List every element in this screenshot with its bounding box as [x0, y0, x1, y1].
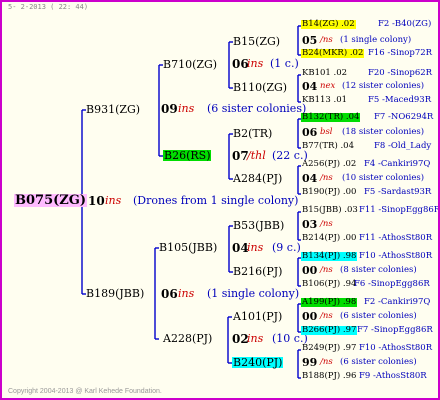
- l2-node-4: A228(PJ): [163, 332, 213, 345]
- l4-5-mother-line: F11 -SinopEgg86R: [359, 205, 440, 215]
- l4-4-gen: 04: [302, 172, 318, 185]
- l4-2-ins: nex: [320, 81, 336, 91]
- l4-6-mother: B134(PJ) .98: [301, 251, 358, 261]
- l4-8-note: (6 sister colonies): [340, 357, 417, 367]
- l4-5-gen: 03: [302, 218, 318, 231]
- l2-node-2-ins: /thl: [247, 149, 266, 162]
- root-ins: ins: [105, 194, 122, 207]
- l4-4-note: (10 sister colonies): [342, 173, 425, 183]
- l3-node-2: B110(ZG): [233, 81, 288, 94]
- l4-3-gen: 06: [302, 126, 318, 139]
- l4-8-mother: B249(PJ) .97: [302, 343, 357, 353]
- l2-node-1-ins: ins: [247, 57, 264, 70]
- l4-7-note: (6 sister colonies): [340, 311, 417, 321]
- l3-node-5: B53(JBB): [233, 219, 285, 232]
- l4-3-father-line: F8 -Old_Lady: [374, 141, 432, 151]
- l4-1-note: (1 single colony): [340, 35, 412, 45]
- l4-2-mother: KB101 .02: [302, 68, 348, 78]
- l3-node-8: B240(PJ): [232, 356, 284, 369]
- l4-1-mother-line: F2 -B40(ZG): [378, 19, 432, 29]
- l4-7-mother: A199(PJ) .98: [301, 297, 358, 307]
- header-date: 5- 2-2013 ( 22: 44): [8, 3, 89, 11]
- l4-1-father: B24(MKR) .02: [301, 48, 365, 58]
- l4-8-gen: 99: [302, 356, 318, 369]
- l2-node-2: B26(RS): [163, 149, 212, 162]
- l1-father-note: (1 single colony): [207, 287, 300, 300]
- l3-node-4: A284(PJ): [233, 172, 283, 185]
- l4-7-father: B266(PJ) .97: [301, 325, 358, 335]
- l2-node-1: B710(ZG): [163, 58, 218, 71]
- l2-node-4-ins: ins: [247, 332, 264, 345]
- l4-6-father-line: F6 -SinopEgg86R: [354, 279, 430, 289]
- l4-3-ins: bsl: [320, 127, 333, 137]
- l4-3-mother-line: F7 -NO6294R: [374, 112, 434, 122]
- l1-father-ins: ins: [178, 287, 195, 300]
- l2-node-1-note: (1 c.): [270, 57, 299, 70]
- l2-node-3-ins: ins: [247, 241, 264, 254]
- l3-node-6: B216(PJ): [233, 265, 283, 278]
- pedigree-frame: 5- 2-2013 ( 22: 44) B075(ZG) 10 ins (Dro…: [0, 0, 440, 400]
- l1-mother-ins: ins: [178, 102, 195, 115]
- l2-node-3-note: (9 c.): [272, 241, 301, 254]
- l4-6-note: (8 sister colonies): [340, 265, 417, 275]
- l4-1-father-line: F16 -Sinop72R: [368, 48, 433, 58]
- l1-father-gen: 06: [161, 287, 178, 301]
- l4-2-mother-line: F20 -Sinop62R: [368, 68, 433, 78]
- l4-1-mother: B14(ZG) .02: [301, 19, 356, 29]
- footer-copyright: Copyright 2004-2013 @ Karl Kehede Founda…: [8, 388, 162, 395]
- l1-mother-gen: 09: [161, 102, 178, 116]
- l4-5-mother: B15(JBB) .03: [302, 205, 358, 215]
- l4-6-gen: 00: [302, 264, 318, 277]
- l4-7-mother-line: F2 -Cankiri97Q: [364, 297, 431, 307]
- l4-6-ins: /ns: [320, 265, 333, 275]
- l1-mother-note: (6 sister colonies): [207, 102, 307, 115]
- root-note: (Drones from 1 single colony): [133, 194, 299, 207]
- l4-6-father: B106(PJ) .94: [302, 279, 357, 289]
- l4-7-ins: /ns: [320, 311, 333, 321]
- l4-8-ins: /ns: [320, 357, 333, 367]
- l3-node-7: A101(PJ): [233, 310, 283, 323]
- l4-2-note: (12 sister colonies): [342, 81, 425, 91]
- l2-node-3: B105(JBB): [159, 241, 218, 254]
- l3-node-1: B15(ZG): [233, 35, 281, 48]
- l4-7-father-line: F7 -SinopEgg86R: [357, 325, 433, 335]
- l4-4-father-line: F5 -Sardast93R: [364, 187, 432, 197]
- l4-2-father: KB113 .01: [302, 95, 348, 105]
- l1-mother: B931(ZG): [86, 103, 141, 116]
- l4-3-father: B77(TR) .04: [302, 141, 354, 151]
- l4-1-ins: /ns: [320, 35, 333, 45]
- l4-4-father: B190(PJ) .00: [302, 187, 357, 197]
- l4-7-gen: 00: [302, 310, 318, 323]
- l4-4-mother-line: F4 -Cankiri97Q: [364, 159, 431, 169]
- l4-4-ins: /ns: [320, 173, 333, 183]
- root-queen: B075(ZG): [14, 193, 88, 208]
- l3-node-3: B2(TR): [233, 127, 273, 140]
- l4-5-ins: /ns: [320, 219, 333, 229]
- l4-4-mother: A256(PJ) .02: [302, 159, 357, 169]
- l4-5-father-line: F11 -AthosSt80R: [359, 233, 433, 243]
- root-gen: 10: [88, 194, 105, 208]
- l4-8-mother-line: F10 -AthosSt80R: [359, 343, 433, 353]
- l4-3-mother: B132(TR) .04: [301, 112, 361, 122]
- l4-8-father: B188(PJ) .96: [302, 371, 357, 381]
- l4-2-father-line: F5 -Maced93R: [368, 95, 432, 105]
- l4-8-father-line: F9 -AthosSt80R: [359, 371, 427, 381]
- l4-1-gen: 05: [302, 34, 318, 47]
- l4-3-note: (18 sister colonies): [342, 127, 425, 137]
- l4-2-gen: 04: [302, 80, 318, 93]
- l4-6-mother-line: F10 -AthosSt80R: [359, 251, 433, 261]
- l4-5-father: B214(PJ) .00: [302, 233, 357, 243]
- l1-father: B189(JBB): [86, 287, 145, 300]
